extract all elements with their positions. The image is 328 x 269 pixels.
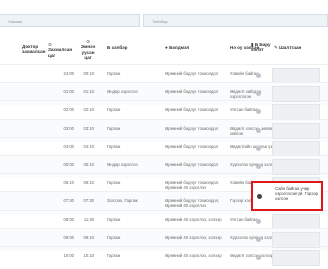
clock-icon: ⊙ bbox=[48, 42, 52, 47]
scheduled-time: 09:00 bbox=[63, 234, 74, 240]
filter-input-left[interactable]: Хамаан bbox=[0, 14, 140, 27]
drug-name: Өрөөний бодлуг тохиолдол bbox=[165, 71, 219, 76]
given-radio[interactable] bbox=[256, 218, 261, 224]
dose-type: Гаргаж bbox=[107, 234, 121, 240]
clock-icon: ⊙ bbox=[86, 39, 90, 44]
scheduled-time: 04:00 bbox=[63, 143, 74, 149]
scheduled-time: 07:30 bbox=[63, 198, 74, 204]
scheduled-time: 10:00 bbox=[63, 253, 74, 258]
drug-name: Өрөөний 40 хэрэглээ, хэлээр bbox=[165, 216, 222, 222]
header-reason[interactable]: ✎ Шалтгаан bbox=[274, 45, 322, 50]
scheduled-time: 06:10 bbox=[63, 180, 74, 186]
drug-name: Өрөөний бодлуг тохиолдол bbox=[165, 143, 219, 149]
given-radio[interactable] bbox=[256, 255, 261, 260]
dose-type: Гаргаж bbox=[107, 125, 121, 131]
actual-time: 02:10 bbox=[83, 107, 94, 113]
given-radio[interactable] bbox=[256, 145, 261, 151]
actual-time: 07:30 bbox=[83, 198, 94, 204]
drug-name: Өрөөний 40 хэрэглээ, хэлээр bbox=[165, 253, 222, 258]
scheduled-time: 01:00 bbox=[63, 89, 74, 95]
actual-time: 10:10 bbox=[83, 253, 94, 258]
actual-time: 11:30 bbox=[83, 216, 94, 222]
dose-type: Гаргаж bbox=[107, 253, 121, 258]
dose-type: Гаргаж bbox=[107, 180, 121, 186]
scheduled-time: 02:00 bbox=[63, 107, 74, 113]
scheduled-time: 08:00 bbox=[63, 216, 74, 222]
given-radio[interactable] bbox=[256, 236, 261, 242]
given-radio[interactable] bbox=[256, 109, 261, 115]
filter-bar: Хамаан Тайлбар bbox=[0, 0, 328, 40]
drug-name: Өрөөний 40 хэрэглээ, хэлээр bbox=[165, 234, 222, 240]
actual-time: 09:10 bbox=[83, 234, 94, 240]
table-row: 10:00 10:10 Гаргаж Өрөөний 40 хэрэглээ, хэл… bbox=[0, 246, 328, 269]
actual-time: 06:10 bbox=[83, 180, 94, 186]
drug-name: Өрөөний бодлуг тохиолдол, Өрөөний 40 хэр… bbox=[165, 198, 220, 209]
scheduled-time: 03:00 bbox=[63, 125, 74, 131]
filter-input-right[interactable]: Тайлбар bbox=[143, 14, 328, 27]
dose-type: Гаргаж bbox=[107, 71, 121, 76]
header-type[interactable]: Б хэлбэр bbox=[107, 45, 139, 50]
dose-type: Гаргаж bbox=[107, 216, 121, 222]
header-actual[interactable]: ⊙ Эмнээ уусан цаг bbox=[77, 39, 99, 61]
actual-time: 05:10 bbox=[83, 162, 94, 167]
dose-type: Гаргаж bbox=[107, 143, 121, 149]
header-scheduled[interactable]: ⊙ Захиалсан цаг bbox=[48, 42, 72, 58]
dose-type: Өндөр хэрэглээ bbox=[107, 162, 138, 167]
table-header: Доктор захиалсан ⊙ Захиалсан цаг ⊙ Эмнээ… bbox=[0, 39, 328, 64]
given-radio-selected[interactable] bbox=[257, 194, 262, 199]
scheduled-time: 24:00 bbox=[63, 71, 74, 76]
drug-name: Өрөөний бодлуг тохиолдол bbox=[165, 162, 219, 167]
drug-name: Өрөөний бодлуг тохиолдол bbox=[165, 107, 219, 113]
header-given[interactable]: ▮ Б Бару хэлэт bbox=[251, 42, 273, 53]
check-icon: ▮ bbox=[251, 42, 254, 47]
actual-time: 03:10 bbox=[83, 125, 94, 131]
actual-time: 04:10 bbox=[83, 143, 94, 149]
highlighted-reason-cell: Сайн байгаа учир хэрэглэсэнгүй. Гэрээр х… bbox=[251, 181, 323, 211]
header-drug[interactable]: ● Бэлдмэл bbox=[165, 45, 213, 50]
actual-time: 00:10 bbox=[83, 71, 94, 76]
dose-type: Өндөр хэрэглээ bbox=[107, 89, 138, 95]
given-radio[interactable] bbox=[256, 73, 261, 78]
drug-name: Өрөөний бодлуг тохиолдол bbox=[165, 125, 219, 131]
dose-type: Зогсоох, Гаргаж bbox=[107, 198, 138, 204]
reason-text[interactable]: Сайн байгаа учир хэрэглэсэнгүй. Гэрээр х… bbox=[275, 186, 321, 201]
scheduled-time: 05:00 bbox=[63, 162, 74, 167]
pencil-icon: ✎ bbox=[274, 45, 278, 50]
given-radio[interactable] bbox=[256, 127, 261, 133]
drug-name: Өрөөний бодлуг тохиолдол, Өрөөний 40 хэр… bbox=[165, 180, 220, 191]
pill-icon: ● bbox=[165, 45, 168, 50]
given-radio[interactable] bbox=[256, 164, 261, 169]
dose-type: Гаргаж bbox=[107, 107, 121, 113]
drug-name: Өрөөний бодлуг тохиолдол bbox=[165, 89, 219, 95]
actual-time: 01:10 bbox=[83, 89, 94, 95]
